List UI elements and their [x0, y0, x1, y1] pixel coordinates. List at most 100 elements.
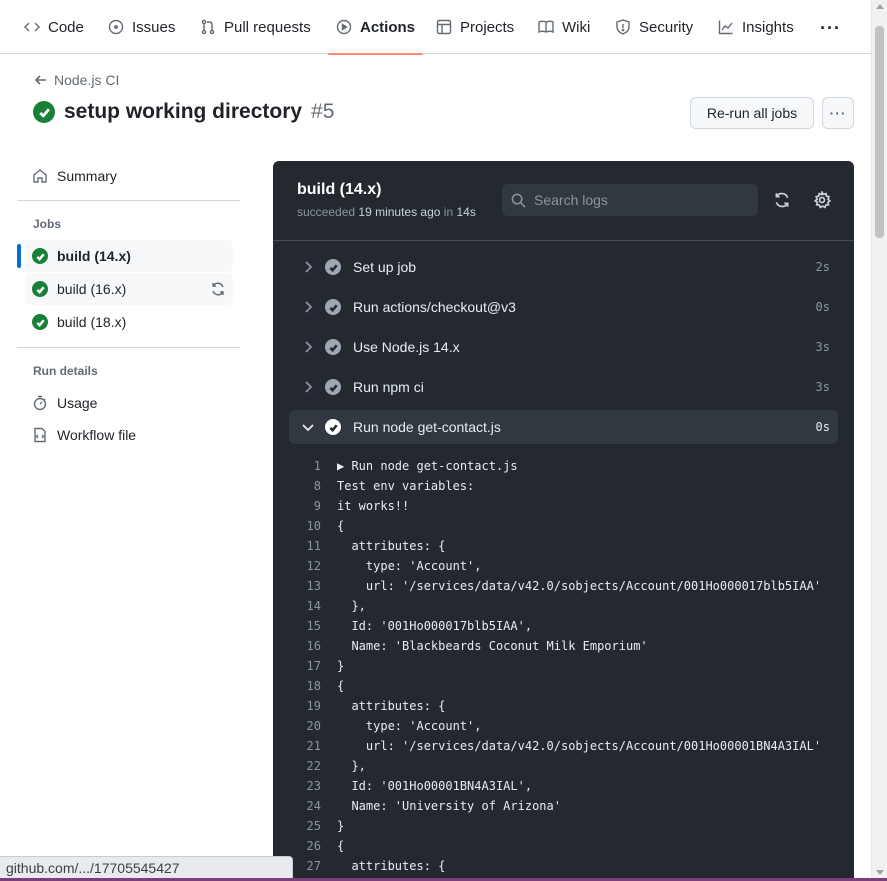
job-status-time: 19 minutes ago [358, 205, 441, 219]
usage-label: Usage [57, 395, 98, 411]
log-line-number[interactable]: 19 [289, 699, 337, 713]
tab-insights[interactable]: Insights [718, 0, 794, 54]
tab-wiki[interactable]: Wiki [538, 0, 590, 54]
step-duration: 0s [815, 420, 830, 434]
log-line-text: Id: '001Ho000017blb5IAA', [337, 619, 533, 633]
tab-security[interactable]: Security [615, 0, 693, 54]
play-icon [336, 19, 352, 35]
log-line-number[interactable]: 27 [289, 859, 337, 873]
log-line: 21 url: '/services/data/v42.0/sobjects/A… [289, 736, 854, 756]
kebab-horizontal-icon[interactable]: ··· [822, 97, 854, 129]
log-line-number[interactable]: 1 [289, 459, 337, 473]
more-tabs-button[interactable]: ··· [820, 18, 841, 39]
arrow-left-icon [34, 75, 46, 85]
log-line: 8 Test env variables: [289, 476, 854, 496]
log-line-text: Id: '001Ho00001BN4A3IAL', [337, 779, 533, 793]
chevron-right-icon [305, 341, 313, 353]
log-line-number[interactable]: 10 [289, 519, 337, 533]
log-line: 16 Name: 'Blackbeards Coconut Milk Empor… [289, 636, 854, 656]
log-line-number[interactable]: 24 [289, 799, 337, 813]
back-link[interactable]: Node.js CI [34, 72, 119, 88]
tab-issues[interactable]: Issues [108, 0, 175, 54]
log-line-text: type: 'Account', [337, 559, 482, 573]
issue-opened-icon [108, 19, 124, 35]
sidebar-divider [17, 347, 240, 348]
step-duration: 2s [815, 260, 830, 274]
sidebar-item-usage[interactable]: Usage [25, 387, 233, 419]
log-line-text: } [337, 659, 345, 673]
log-line-number[interactable]: 11 [289, 539, 337, 553]
scroll-down-arrow[interactable] [876, 870, 884, 875]
step-use-node[interactable]: Use Node.js 14.x 3s [289, 330, 838, 364]
log-line: 23 Id: '001Ho00001BN4A3IAL', [289, 776, 854, 796]
tab-actions-label: Actions [360, 18, 416, 36]
chevron-down-icon [302, 424, 314, 432]
sync-icon[interactable] [773, 191, 791, 209]
tab-code[interactable]: Code [24, 0, 84, 54]
log-line-number[interactable]: 26 [289, 839, 337, 853]
tab-actions[interactable]: Actions [327, 0, 424, 55]
log-line-text: { [337, 839, 345, 853]
rerun-all-jobs-button[interactable]: Re-run all jobs [690, 97, 814, 129]
log-line-number[interactable]: 9 [289, 499, 337, 513]
log-line-text: }, [337, 599, 366, 613]
log-line-number[interactable]: 12 [289, 559, 337, 573]
log-line-number[interactable]: 20 [289, 719, 337, 733]
summary-label: Summary [57, 168, 117, 184]
log-line: 18{ [289, 676, 854, 696]
check-circle-icon [32, 281, 48, 297]
scroll-up-arrow[interactable] [876, 4, 884, 9]
chevron-right-icon [305, 261, 313, 273]
step-npm-ci[interactable]: Run npm ci 3s [289, 370, 838, 404]
log-line-number[interactable]: 21 [289, 739, 337, 753]
graph-icon [718, 20, 733, 35]
log-line-number[interactable]: 8 [289, 479, 337, 493]
step-label: Run node get-contact.js [353, 419, 501, 435]
job-log-panel: build (14.x) succeeded 19 minutes ago in… [273, 161, 854, 881]
step-set-up-job[interactable]: Set up job 2s [289, 250, 838, 284]
log-line: 13 url: '/services/data/v42.0/sobjects/A… [289, 576, 854, 596]
run-title: setup working directory [64, 100, 303, 123]
check-circle-icon [32, 248, 48, 264]
tab-pull-requests[interactable]: Pull requests [200, 0, 311, 54]
sync-icon[interactable] [210, 281, 226, 297]
gear-icon[interactable] [813, 191, 831, 209]
tab-code-label: Code [48, 18, 84, 36]
log-line: 25} [289, 816, 854, 836]
log-line: 19 attributes: { [289, 696, 854, 716]
tab-issues-label: Issues [132, 18, 176, 36]
log-line-number[interactable]: 22 [289, 759, 337, 773]
log-line-number[interactable]: 23 [289, 779, 337, 793]
log-line-text: attributes: { [337, 539, 446, 553]
step-checkout[interactable]: Run actions/checkout@v3 0s [289, 290, 838, 324]
log-line-number[interactable]: 13 [289, 579, 337, 593]
page-scrollbar[interactable] [871, 0, 887, 881]
log-line-number[interactable]: 25 [289, 819, 337, 833]
log-line-number[interactable]: 15 [289, 619, 337, 633]
log-line: 14 }, [289, 596, 854, 616]
step-run-get-contact[interactable]: Run node get-contact.js 0s [289, 410, 838, 444]
job-status-prefix: succeeded [297, 205, 356, 219]
log-line-number[interactable]: 16 [289, 639, 337, 653]
tab-projects[interactable]: Projects [436, 0, 514, 54]
sidebar-job-build-14[interactable]: build (14.x) [25, 240, 233, 272]
sidebar-job-build-16[interactable]: build (16.x) [25, 273, 233, 305]
log-line-number[interactable]: 14 [289, 599, 337, 613]
scroll-thumb[interactable] [875, 26, 884, 238]
search-logs-input[interactable]: Search logs [502, 184, 758, 216]
file-code-icon [34, 427, 46, 443]
job-label: build (18.x) [57, 314, 127, 330]
home-icon [33, 169, 47, 183]
sidebar-item-workflow-file[interactable]: Workflow file [25, 419, 233, 451]
sidebar-job-build-18[interactable]: build (18.x) [25, 306, 233, 338]
log-line-text: url: '/services/data/v42.0/sobjects/Acco… [337, 739, 822, 753]
log-line-number[interactable]: 18 [289, 679, 337, 693]
search-icon [511, 193, 526, 208]
log-line-text: Test env variables: [337, 479, 475, 493]
sidebar-item-summary[interactable]: Summary [25, 160, 233, 192]
repo-nav: Code Issues Pull requests Actions Projec… [0, 0, 871, 55]
table-icon [436, 19, 452, 35]
stopwatch-icon [33, 395, 47, 411]
log-line-number[interactable]: 17 [289, 659, 337, 673]
check-circle-icon [33, 101, 55, 123]
